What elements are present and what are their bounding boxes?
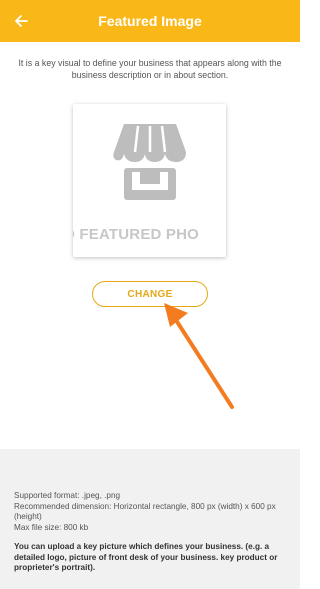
supported-format-text: Supported format: .jpeg, .png	[14, 491, 121, 500]
intro-description: It is a key visual to define your busine…	[18, 58, 282, 80]
upload-guidelines: Supported format: .jpeg, .png Recommende…	[0, 449, 300, 589]
store-icon	[113, 124, 186, 200]
page-title: Featured Image	[98, 13, 202, 29]
photo-placeholder-text: D FEATURED PHO	[73, 226, 200, 243]
featured-image-preview[interactable]: D FEATURED PHO	[73, 104, 226, 257]
upload-note-text: You can upload a key picture which defin…	[14, 542, 278, 572]
app-bar: Featured Image	[0, 0, 300, 42]
recommended-dimension-text: Recommended dimension: Horizontal rectan…	[14, 501, 276, 522]
back-button[interactable]	[9, 9, 33, 33]
max-file-size-text: Max file size: 800 kb	[14, 522, 89, 532]
pointer-arrow-icon	[164, 303, 234, 409]
arrow-left-icon	[15, 15, 28, 27]
